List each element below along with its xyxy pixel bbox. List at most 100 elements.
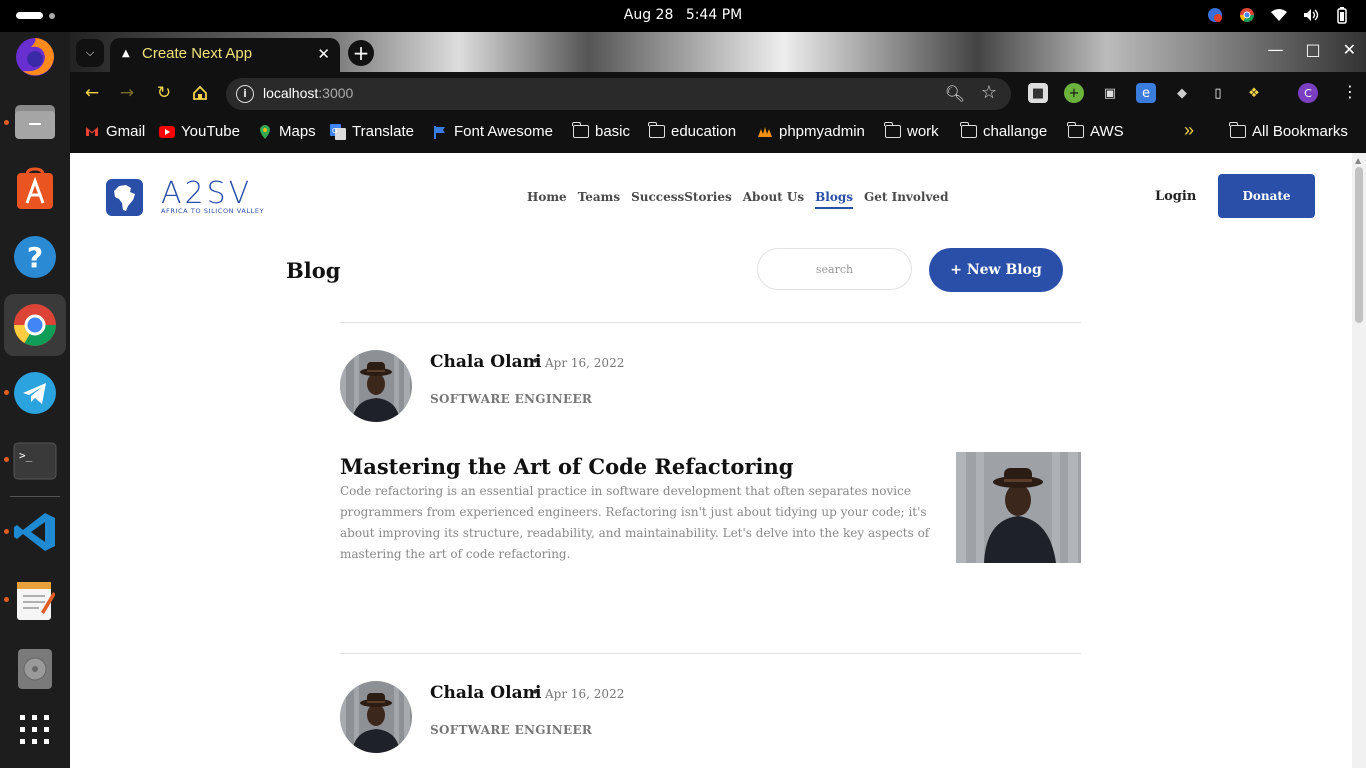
- blog-post-card[interactable]: Chala Olani • Apr 16, 2022 SOFTWARE ENGI…: [340, 350, 1081, 565]
- url-host: localhost: [263, 85, 319, 101]
- volume-icon[interactable]: [1302, 6, 1320, 24]
- nextjs-triangle-icon: ▲: [122, 48, 130, 59]
- extension-plus-icon[interactable]: +: [1064, 83, 1084, 103]
- text-editor-icon[interactable]: [11, 576, 59, 624]
- bookmark-star-icon[interactable]: ☆: [981, 82, 997, 103]
- minimize-icon[interactable]: —: [1267, 40, 1283, 59]
- extension-clipboard-icon[interactable]: ▯: [1208, 83, 1228, 103]
- scroll-up-arrow-icon[interactable]: ▲: [1355, 156, 1361, 165]
- site-logo[interactable]: A2SV AFRICA TO SILICON VALLEY: [106, 178, 264, 216]
- bookmark-label: Translate: [352, 123, 414, 140]
- separator-dot: •: [531, 354, 540, 370]
- all-bookmarks-button[interactable]: All Bookmarks: [1229, 122, 1348, 140]
- notification-app-icon[interactable]: [1206, 6, 1224, 24]
- extension-editor-icon[interactable]: e: [1136, 83, 1156, 103]
- youtube-icon: [159, 124, 175, 140]
- nav-home[interactable]: Home: [527, 190, 567, 209]
- maximize-icon[interactable]: □: [1305, 40, 1320, 59]
- bookmark-youtube[interactable]: YouTube: [159, 123, 240, 140]
- main-nav: Home Teams SuccessStories About Us Blogs…: [527, 190, 948, 209]
- nav-teams[interactable]: Teams: [578, 190, 620, 209]
- extensions-puzzle-icon[interactable]: ❖: [1244, 83, 1264, 103]
- post-title[interactable]: Mastering the Art of Code Refactoring: [340, 454, 793, 479]
- battery-icon[interactable]: [1334, 6, 1352, 24]
- folder-icon: [572, 122, 589, 140]
- chrome-dock-icon[interactable]: [4, 294, 66, 356]
- show-apps-icon[interactable]: [11, 706, 59, 754]
- extension-camera-icon[interactable]: ▣: [1100, 83, 1120, 103]
- bookmark-folder-basic[interactable]: basic: [572, 122, 630, 140]
- back-arrow-icon[interactable]: ←: [81, 82, 103, 104]
- address-bar[interactable]: i localhost:3000 🔍︎ ☆: [226, 78, 1011, 110]
- window-close-icon[interactable]: ✕: [1343, 40, 1356, 59]
- more-bookmarks-button[interactable]: »: [1184, 120, 1194, 141]
- tab-search-button[interactable]: ⌵: [76, 39, 104, 67]
- bookmark-translate[interactable]: G Translate: [330, 123, 414, 140]
- bookmark-phpmyadmin[interactable]: phpmyadmin: [757, 123, 865, 140]
- bookmark-font-awesome[interactable]: Font Awesome: [432, 123, 553, 140]
- nav-success-stories[interactable]: SuccessStories: [631, 190, 732, 209]
- nav-blogs[interactable]: Blogs: [815, 190, 853, 209]
- app-center-icon[interactable]: [11, 165, 59, 213]
- new-blog-button[interactable]: + New Blog: [929, 248, 1063, 292]
- bookmark-label: education: [671, 123, 737, 140]
- maps-icon: [257, 124, 273, 140]
- page-scrollbar[interactable]: ▲: [1352, 153, 1366, 768]
- post-date: Apr 16, 2022: [545, 356, 625, 370]
- author-name[interactable]: Chala Olani: [430, 683, 541, 703]
- post-excerpt: Code refactoring is an essential practic…: [340, 484, 930, 561]
- bookmarks-bar: Gmail YouTube Maps G Translate Font Awes…: [70, 114, 1366, 153]
- home-icon[interactable]: [189, 82, 211, 104]
- browser-toolbar: ← → ↻ i localhost:3000 🔍︎ ☆ ■ + ▣ e ◆ ▯ …: [70, 72, 1366, 114]
- firefox-icon[interactable]: [11, 33, 59, 81]
- bookmark-folder-aws[interactable]: AWS: [1067, 122, 1124, 140]
- avatar[interactable]: [340, 681, 412, 753]
- tab-active[interactable]: ▲ Create Next App ✕: [110, 38, 340, 72]
- system-tray[interactable]: [1206, 6, 1352, 24]
- bookmark-folder-education[interactable]: education: [648, 122, 737, 140]
- disks-icon[interactable]: [11, 645, 59, 693]
- bookmark-label: AWS: [1090, 123, 1124, 140]
- post-thumbnail[interactable]: [956, 452, 1081, 563]
- wifi-icon[interactable]: [1270, 6, 1288, 24]
- system-top-bar: Aug 28 5:44 PM: [0, 0, 1366, 32]
- donate-button[interactable]: Donate: [1218, 174, 1315, 218]
- nav-about-us[interactable]: About Us: [743, 190, 804, 209]
- close-icon[interactable]: ✕: [317, 45, 330, 63]
- terminal-icon[interactable]: >_: [11, 437, 59, 485]
- zoom-icon[interactable]: 🔍︎: [945, 84, 965, 103]
- chrome-tray-icon[interactable]: [1238, 6, 1256, 24]
- url-port: :3000: [318, 85, 354, 101]
- blog-post-card[interactable]: Chala Olani • Apr 16, 2022 SOFTWARE ENGI…: [340, 681, 1081, 761]
- bookmark-label: Font Awesome: [454, 123, 553, 140]
- author-role: SOFTWARE ENGINEER: [430, 392, 593, 406]
- author-name[interactable]: Chala Olani: [430, 352, 541, 372]
- clock[interactable]: Aug 28 5:44 PM: [0, 7, 1366, 23]
- files-icon[interactable]: [11, 97, 59, 145]
- bookmark-maps[interactable]: Maps: [257, 123, 316, 140]
- forward-arrow-icon[interactable]: →: [116, 82, 138, 104]
- nav-get-involved[interactable]: Get Involved: [864, 190, 948, 209]
- avatar[interactable]: [340, 350, 412, 422]
- telegram-icon[interactable]: [11, 369, 59, 417]
- new-tab-button[interactable]: +: [348, 40, 374, 66]
- extension-bug-icon[interactable]: ◆: [1172, 83, 1192, 103]
- extension-contacts-icon[interactable]: ■: [1028, 83, 1048, 103]
- web-page: A2SV AFRICA TO SILICON VALLEY Home Teams…: [70, 153, 1366, 768]
- bookmark-gmail[interactable]: Gmail: [84, 123, 145, 140]
- separator-dot: •: [531, 685, 540, 701]
- site-info-icon[interactable]: i: [236, 85, 254, 103]
- profile-avatar[interactable]: C: [1298, 83, 1318, 103]
- url-text[interactable]: localhost:3000: [263, 85, 353, 101]
- vscode-icon[interactable]: [11, 508, 59, 556]
- login-button[interactable]: Login: [1155, 189, 1196, 204]
- bookmark-folder-challange[interactable]: challange: [960, 122, 1047, 140]
- help-icon[interactable]: ?: [11, 233, 59, 281]
- reload-icon[interactable]: ↻: [153, 82, 175, 104]
- divider: [340, 653, 1081, 654]
- search-input[interactable]: search: [757, 248, 912, 290]
- clock-date: Aug 28: [623, 7, 674, 23]
- bookmark-folder-work[interactable]: work: [884, 122, 939, 140]
- more-menu-icon[interactable]: ⋮: [1342, 82, 1358, 101]
- scrollbar-thumb[interactable]: [1355, 167, 1363, 323]
